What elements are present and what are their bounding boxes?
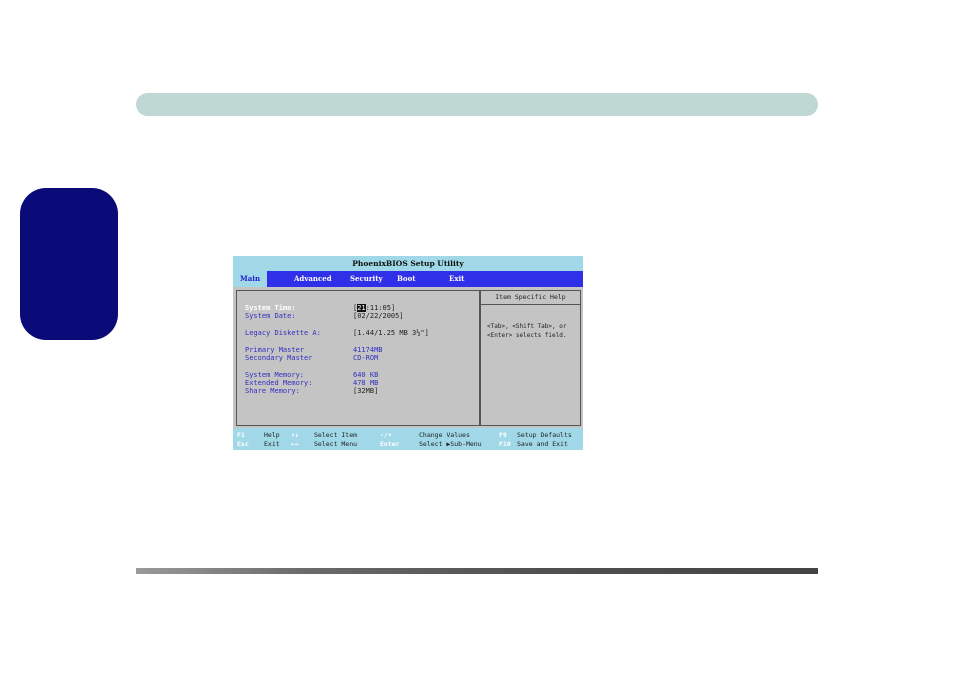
key-enter: Enter xyxy=(380,440,400,448)
bios-menu-bar: Main Advanced Security Boot Exit xyxy=(233,271,583,287)
help-text: <Tab>, <Shift Tab>, or <Enter> selects f… xyxy=(487,323,567,339)
share-memory-label: Share Memory: xyxy=(245,387,300,395)
key-legend-bar: F1 Help ↑↓ Select Item -/+ Change Values… xyxy=(233,428,583,450)
left-right-arrows-icon: ←→ xyxy=(291,440,299,448)
menu-boot[interactable]: Boot xyxy=(397,271,416,287)
key-setup-defaults-desc: Setup Defaults xyxy=(517,431,572,439)
system-time-hour-field[interactable]: 21 xyxy=(357,304,366,312)
key-esc: Esc xyxy=(237,440,249,448)
help-title: Item Specific Help xyxy=(481,291,580,305)
share-memory-value[interactable]: [32MB] xyxy=(353,387,378,396)
bios-screen: PhoenixBIOS Setup Utility Main Advanced … xyxy=(233,256,583,450)
key-select-item-desc: Select Item xyxy=(314,431,358,439)
secondary-master-value: CD-ROM xyxy=(353,354,379,362)
up-down-arrows-icon: ↑↓ xyxy=(291,431,299,439)
page-footer-rule xyxy=(136,568,818,574)
system-date-value[interactable]: [02/22/2005] xyxy=(353,312,404,321)
key-f1: F1 xyxy=(237,431,245,439)
side-chapter-tab xyxy=(20,188,118,340)
key-help-desc: Help xyxy=(264,431,280,439)
key-f9: F9 xyxy=(499,431,507,439)
key-select-submenu-desc: Select ▶Sub-Menu xyxy=(419,440,482,448)
menu-advanced[interactable]: Advanced xyxy=(294,271,332,287)
item-help-panel: Item Specific Help <Tab>, <Shift Tab>, o… xyxy=(480,290,581,426)
legacy-diskette-label: Legacy Diskette A: xyxy=(245,329,321,337)
main-settings-panel: System Time: [21:11:05] System Date: [02… xyxy=(236,290,480,426)
key-change-values-desc: Change Values xyxy=(419,431,470,439)
menu-main[interactable]: Main xyxy=(233,271,268,287)
key-f10: F10 xyxy=(499,440,511,448)
bios-title: PhoenixBIOS Setup Utility xyxy=(233,256,583,271)
key-save-exit-desc: Save and Exit xyxy=(517,440,568,448)
legacy-diskette-value[interactable]: [1.44/1.25 MB 3½"] xyxy=(353,329,429,338)
menu-security[interactable]: Security xyxy=(350,271,383,287)
system-date-label: System Date: xyxy=(245,312,296,320)
secondary-master-label: Secondary Master xyxy=(245,354,313,362)
key-minus-plus: -/+ xyxy=(380,431,392,439)
key-select-menu-desc: Select Menu xyxy=(314,440,358,448)
key-exit-desc: Exit xyxy=(264,440,280,448)
menu-exit[interactable]: Exit xyxy=(449,271,464,287)
page-header-bar xyxy=(136,93,818,116)
